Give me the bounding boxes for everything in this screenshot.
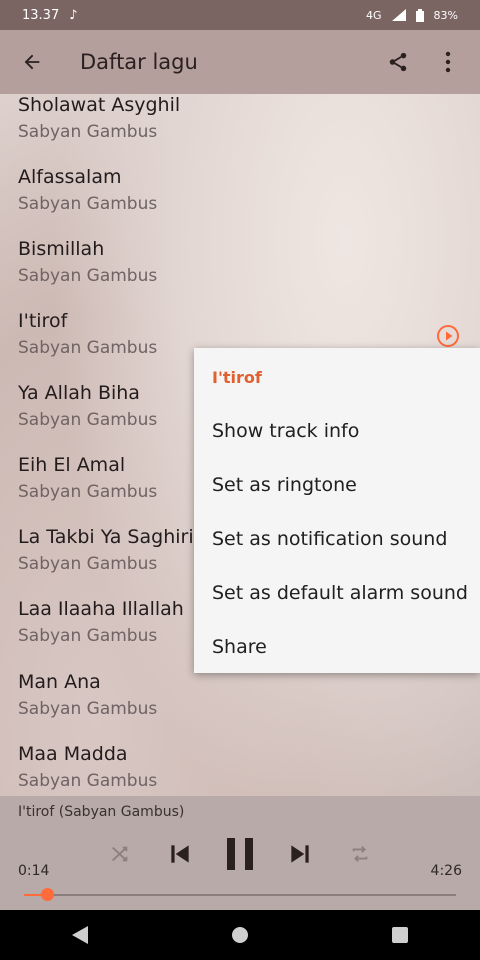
song-title: Alfassalam — [18, 166, 122, 188]
status-bar: 13.37 ♪ 4G 83% — [0, 0, 480, 30]
song-title: La Takbi Ya Saghiri — [18, 526, 194, 548]
song-artist: Sabyan Gambus — [18, 699, 158, 719]
menu-item-set-ringtone[interactable]: Set as ringtone — [212, 474, 357, 496]
network-type: 4G — [366, 8, 382, 22]
song-artist: Sabyan Gambus — [18, 410, 158, 430]
battery-percent: 83% — [433, 8, 458, 22]
song-row[interactable]: Alfassalam Sabyan Gambus — [0, 166, 480, 238]
elapsed-time: 0:14 — [18, 863, 50, 879]
system-nav-bar — [0, 910, 480, 960]
nav-recents-button[interactable] — [380, 915, 420, 955]
now-playing-label: I'tirof (Sabyan Gambus) — [18, 804, 185, 820]
battery-icon — [415, 8, 424, 22]
nav-back-button[interactable] — [60, 915, 100, 955]
menu-item-set-alarm-sound[interactable]: Set as default alarm sound — [212, 582, 468, 604]
status-time: 13.37 — [22, 7, 60, 23]
track-duration: 4:26 — [430, 863, 462, 879]
song-artist: Sabyan Gambus — [18, 122, 158, 142]
song-row[interactable]: Maa Madda Sabyan Gambus — [0, 743, 480, 794]
more-vert-icon — [445, 51, 451, 73]
song-artist: Sabyan Gambus — [18, 194, 158, 214]
nav-home-button[interactable] — [220, 915, 260, 955]
signal-icon — [391, 9, 406, 21]
share-icon — [389, 52, 407, 72]
skip-next-icon — [291, 845, 309, 863]
nav-back-icon — [72, 926, 88, 944]
song-row[interactable]: Bismillah Sabyan Gambus — [0, 238, 480, 310]
menu-item-set-notification-sound[interactable]: Set as notification sound — [212, 528, 447, 550]
more-options-button[interactable] — [428, 42, 468, 82]
share-button[interactable] — [378, 42, 418, 82]
song-title: Eih El Amal — [18, 454, 126, 476]
pause-button[interactable] — [220, 834, 260, 874]
music-note-icon: ♪ — [69, 7, 78, 23]
song-title: I'tirof — [18, 310, 68, 332]
player-bar: I'tirof (Sabyan Gambus) 0:14 4:26 — [0, 796, 480, 910]
song-row[interactable]: Sholawat Asyghil Sabyan Gambus — [0, 94, 480, 166]
shuffle-button[interactable] — [100, 834, 140, 874]
context-menu-header: I'tirof — [212, 368, 262, 387]
previous-button[interactable] — [160, 834, 200, 874]
song-title: Bismillah — [18, 238, 105, 260]
song-artist: Sabyan Gambus — [18, 771, 158, 791]
nav-home-icon — [232, 927, 248, 943]
repeat-icon — [352, 846, 368, 862]
song-title: Man Ana — [18, 671, 101, 693]
menu-item-share[interactable]: Share — [212, 636, 267, 658]
shuffle-icon — [112, 846, 128, 862]
song-row[interactable]: Man Ana Sabyan Gambus — [0, 671, 480, 743]
song-artist: Sabyan Gambus — [18, 554, 158, 574]
nav-recents-icon — [392, 927, 408, 943]
app-bar: Daftar lagu — [0, 30, 480, 94]
menu-item-show-track-info[interactable]: Show track info — [212, 420, 359, 442]
seek-bar[interactable] — [24, 888, 456, 901]
player-controls — [100, 834, 380, 874]
page-title: Daftar lagu — [80, 50, 198, 74]
context-menu: I'tirof Show track info Set as ringtone … — [194, 348, 480, 673]
back-button[interactable] — [0, 30, 64, 94]
song-title: Ya Allah Biha — [18, 382, 140, 404]
song-artist: Sabyan Gambus — [18, 626, 158, 646]
song-title: Laa Ilaaha Illallah — [18, 598, 184, 620]
song-title: Sholawat Asyghil — [18, 94, 181, 116]
seek-thumb[interactable] — [41, 888, 54, 901]
pause-icon — [227, 838, 253, 870]
next-button[interactable] — [280, 834, 320, 874]
song-artist: Sabyan Gambus — [18, 266, 158, 286]
now-playing-icon — [437, 325, 459, 347]
repeat-button[interactable] — [340, 834, 380, 874]
arrow-left-icon — [24, 54, 40, 70]
skip-previous-icon — [171, 845, 189, 863]
song-artist: Sabyan Gambus — [18, 482, 158, 502]
song-artist: Sabyan Gambus — [18, 338, 158, 358]
song-title: Maa Madda — [18, 743, 128, 765]
